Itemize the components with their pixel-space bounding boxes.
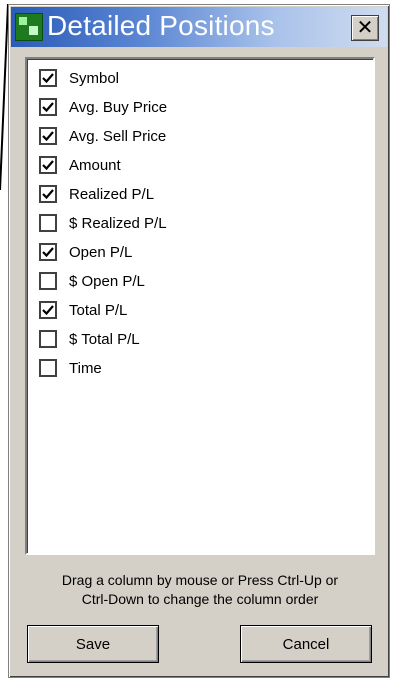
column-option[interactable]: Symbol xyxy=(39,65,119,91)
app-icon xyxy=(15,13,43,41)
column-label: Amount xyxy=(69,156,121,174)
column-label: Realized P/L xyxy=(69,185,155,203)
column-option[interactable]: Total P/L xyxy=(39,297,127,323)
column-list: Symbol Avg. Buy Price Avg. Sell Price Amoun… xyxy=(25,57,375,555)
checkbox[interactable] xyxy=(39,98,57,116)
column-option[interactable]: Time xyxy=(39,355,102,381)
check-icon xyxy=(42,305,54,316)
checkbox[interactable] xyxy=(39,301,57,319)
check-icon xyxy=(42,160,54,171)
column-option[interactable]: Avg. Buy Price xyxy=(39,94,167,120)
checkbox[interactable] xyxy=(39,243,57,261)
hint-line-1: Drag a column by mouse or Press Ctrl-Up … xyxy=(61,572,339,588)
check-icon xyxy=(42,102,54,113)
column-option[interactable]: Avg. Sell Price xyxy=(39,123,166,149)
column-option[interactable]: $ Open P/L xyxy=(39,268,145,294)
check-icon xyxy=(42,247,54,258)
column-label: Open P/L xyxy=(69,243,133,261)
column-option[interactable]: $ Total P/L xyxy=(39,326,140,352)
check-icon xyxy=(42,131,54,142)
column-label: Time xyxy=(69,359,102,377)
column-option[interactable]: Amount xyxy=(39,152,121,178)
column-label: $ Realized P/L xyxy=(69,214,167,232)
checkbox[interactable] xyxy=(39,272,57,290)
column-label: Symbol xyxy=(69,69,120,87)
column-option[interactable]: Realized P/L xyxy=(39,181,154,207)
checkbox[interactable] xyxy=(39,330,57,348)
column-label: Avg. Buy Price xyxy=(69,98,168,116)
checkbox[interactable] xyxy=(39,156,57,174)
column-label: Total P/L xyxy=(69,301,128,319)
column-option[interactable]: $ Realized P/L xyxy=(39,210,167,236)
cancel-button[interactable]: Cancel xyxy=(240,625,372,663)
column-label: $ Total P/L xyxy=(69,330,140,348)
window-title: Detailed Positions xyxy=(47,10,275,41)
checkbox[interactable] xyxy=(39,185,57,203)
checkbox[interactable] xyxy=(39,214,57,232)
checkbox[interactable] xyxy=(39,127,57,145)
hint-line-2: Ctrl-Down to change the column order xyxy=(81,591,319,607)
close-icon: ✕ xyxy=(356,15,374,39)
detailed-positions-window: Detailed Positions ✕ Symbol Avg. Buy Pric… xyxy=(8,4,390,678)
check-icon xyxy=(42,73,54,84)
checkbox[interactable] xyxy=(39,69,57,87)
column-option[interactable]: Open P/L xyxy=(39,239,132,265)
column-label: $ Open P/L xyxy=(69,272,145,290)
close-button[interactable]: ✕ xyxy=(351,15,379,41)
save-button[interactable]: Save xyxy=(27,625,159,663)
column-label: Avg. Sell Price xyxy=(69,127,167,145)
title-bar[interactable]: Detailed Positions ✕ xyxy=(11,7,387,47)
check-icon xyxy=(42,189,54,200)
reorder-hint: Drag a column by mouse or Press Ctrl-Up … xyxy=(25,571,375,609)
checkbox[interactable] xyxy=(39,359,57,377)
